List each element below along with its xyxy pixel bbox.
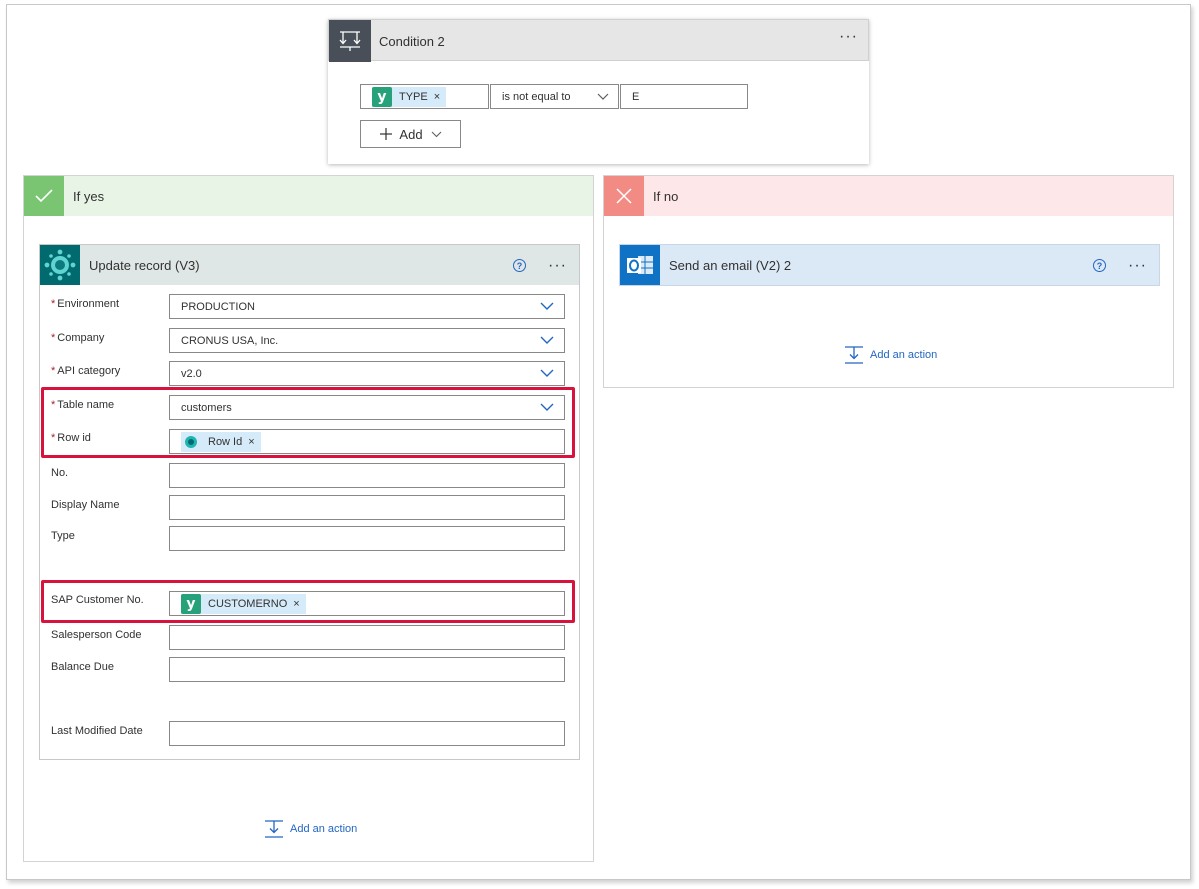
operator-select[interactable]: is not equal to — [490, 84, 619, 109]
remove-token-icon[interactable]: × — [434, 91, 440, 103]
type-input[interactable] — [169, 526, 565, 551]
last-modified-date-input[interactable] — [169, 721, 565, 746]
display-name-input[interactable] — [169, 495, 565, 520]
type-token[interactable]: y TYPE × — [372, 87, 447, 107]
no-label: No. — [51, 467, 69, 479]
send-email-header[interactable]: Send an email (V2) 2 ? ··· — [620, 245, 1159, 285]
help-icon[interactable]: ? — [1093, 259, 1106, 272]
if-no-title: If no — [653, 189, 679, 204]
outlook-icon — [620, 245, 660, 285]
display-name-label: Display Name — [51, 499, 120, 511]
business-central-icon — [40, 245, 80, 285]
company-dropdown[interactable]: CRONUS USA, Inc. — [169, 328, 565, 353]
update-record-card: Update record (V3) ? ··· * Environment PR… — [39, 244, 580, 760]
last-modified-date-label: Last Modified Date — [51, 725, 143, 737]
add-condition-button[interactable]: Add — [360, 120, 461, 148]
send-email-title: Send an email (V2) 2 — [669, 258, 792, 273]
balance-due-label: Balance Due — [51, 661, 114, 673]
no-input[interactable] — [169, 463, 565, 488]
add-action-link-yes[interactable]: Add an action — [264, 819, 357, 839]
add-action-label: Add an action — [870, 349, 938, 361]
if-yes-branch: If yes Update record (V3) ? ··· * Enviro… — [23, 175, 594, 862]
condition-header[interactable]: Condition 2 ··· — [328, 19, 869, 62]
salesperson-code-label: Salesperson Code — [51, 629, 142, 641]
update-record-header[interactable]: Update record (V3) ? ··· — [40, 245, 579, 285]
if-no-branch: If no Send an email (V2) 2 ? ··· Add an … — [603, 175, 1174, 388]
type-label: Type — [51, 530, 75, 542]
highlight-box-table-row — [41, 387, 575, 458]
type-token-label: TYPE — [399, 91, 428, 103]
add-action-link-no[interactable]: Add an action — [844, 345, 937, 365]
environment-value: PRODUCTION — [181, 301, 255, 313]
operator-value: is not equal to — [502, 91, 571, 103]
chevron-down-icon — [540, 302, 554, 310]
chevron-down-icon — [431, 131, 441, 137]
company-label: * Company — [51, 332, 105, 344]
add-action-icon — [265, 820, 283, 838]
if-yes-title: If yes — [73, 189, 105, 204]
flow-condition-icon — [329, 20, 371, 62]
salesperson-code-input[interactable] — [169, 625, 565, 650]
add-action-icon — [845, 346, 863, 364]
chevron-down-icon — [540, 336, 554, 344]
api-category-dropdown[interactable]: v2.0 — [169, 361, 565, 386]
condition-left-operand[interactable]: y TYPE × — [360, 84, 489, 109]
condition-value: E — [632, 91, 640, 103]
more-icon[interactable]: ··· — [839, 29, 858, 45]
add-condition-label: Add — [399, 126, 423, 142]
balance-due-input[interactable] — [169, 657, 565, 682]
condition-right-operand[interactable]: E — [620, 84, 748, 109]
help-icon[interactable]: ? — [513, 259, 526, 272]
update-record-title: Update record (V3) — [89, 258, 200, 273]
if-yes-header[interactable]: If yes — [24, 176, 593, 216]
highlight-box-sap-customer — [41, 580, 575, 623]
chevron-down-icon — [597, 93, 609, 100]
condition-title: Condition 2 — [379, 34, 445, 49]
x-icon — [604, 176, 644, 216]
y-connector-icon: y — [372, 87, 392, 107]
api-category-label: * API category — [51, 365, 121, 377]
add-action-label: Add an action — [290, 823, 358, 835]
api-category-value: v2.0 — [181, 368, 202, 380]
plus-icon — [380, 128, 393, 140]
chevron-down-icon — [540, 369, 554, 377]
environment-label: * Environment — [51, 298, 120, 310]
check-icon — [24, 176, 64, 216]
send-email-card: Send an email (V2) 2 ? ··· — [619, 244, 1160, 286]
environment-dropdown[interactable]: PRODUCTION — [169, 294, 565, 319]
condition-card: Condition 2 ··· y TYPE × is not equal to… — [328, 19, 869, 164]
company-value: CRONUS USA, Inc. — [181, 335, 279, 347]
if-no-header[interactable]: If no — [604, 176, 1173, 216]
more-icon[interactable]: ··· — [1128, 258, 1147, 274]
more-icon[interactable]: ··· — [548, 258, 567, 274]
